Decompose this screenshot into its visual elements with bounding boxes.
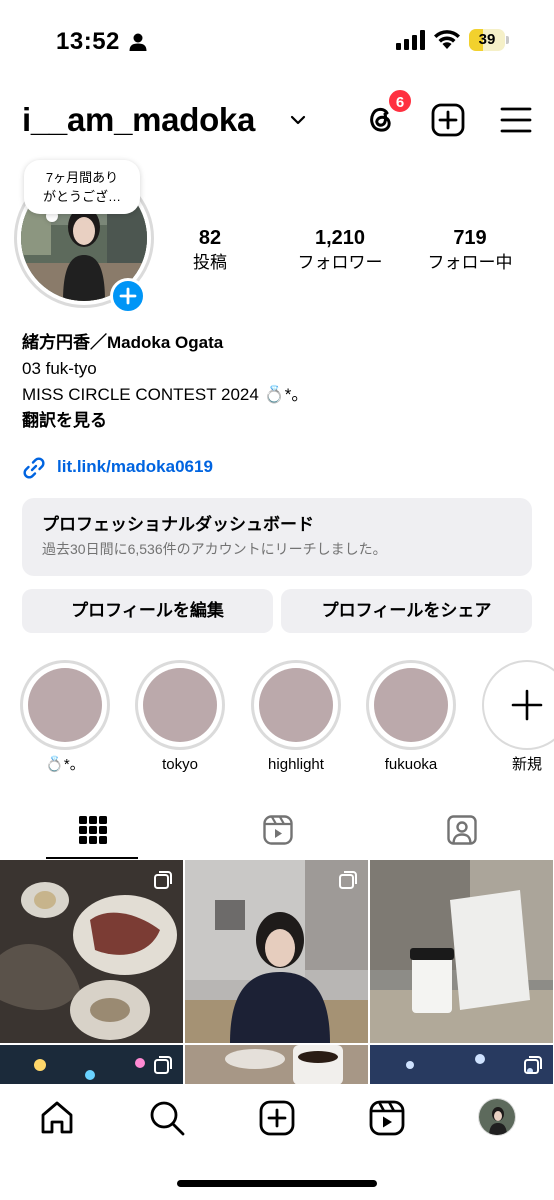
highlight-label: tokyo (162, 756, 198, 773)
profile-header: i__am_madoka (0, 96, 554, 144)
highlight-cover (259, 668, 333, 742)
link-icon (23, 457, 45, 479)
post-thumbnail[interactable] (370, 1045, 553, 1084)
chevron-down-icon[interactable] (288, 110, 308, 130)
followers-value: 1,210 (314, 227, 366, 249)
wifi-icon (434, 30, 460, 49)
tab-reels[interactable] (185, 806, 369, 860)
highlight-cover (28, 668, 102, 742)
story-highlights: 💍*。 tokyo highlight fukuoka 新規 (0, 660, 554, 780)
notification-badge: 6 (387, 88, 413, 114)
following-value: 719 (453, 227, 487, 249)
highlight-label: fukuoka (384, 756, 438, 773)
note-text: 7ヶ月間あり がとうござ… (42, 170, 121, 204)
add-story-button[interactable] (110, 278, 146, 314)
search-icon[interactable] (147, 1098, 187, 1138)
post-thumbnail[interactable] (370, 860, 553, 1043)
highlight-cover (374, 668, 448, 742)
profile-tabs (0, 806, 554, 860)
post-image (185, 1045, 368, 1084)
home-indicator (177, 1180, 377, 1187)
display-name: 緒方円香／Madoka Ogata (22, 333, 224, 352)
posts-count[interactable]: 82 投稿 (170, 226, 250, 276)
share-profile-button[interactable]: プロフィールをシェア (281, 589, 532, 633)
highlight-item[interactable]: fukuoka (366, 660, 456, 775)
create-post-icon[interactable] (428, 100, 468, 140)
profile-bio: 緒方円香／Madoka Ogata 03 fuk-tyo MISS CIRCLE… (22, 330, 532, 434)
note-bubble[interactable]: 7ヶ月間あり がとうござ… (24, 160, 140, 214)
battery-level: 39 (478, 31, 496, 48)
tagged-icon (447, 815, 477, 845)
cellular-signal-icon (396, 30, 425, 50)
tab-tagged[interactable] (369, 806, 553, 860)
posts-value: 82 (198, 227, 222, 249)
highlight-label: 💍*。 (45, 756, 85, 773)
bio-line: 03 fuk-tyo (22, 359, 97, 378)
plus-icon (119, 287, 137, 305)
translate-link[interactable]: 翻訳を見る (22, 408, 532, 434)
avatar-image (479, 1099, 515, 1135)
battery-indicator: 39 (469, 29, 509, 51)
profile-avatar-tab[interactable] (478, 1098, 516, 1136)
menu-icon[interactable] (496, 100, 536, 140)
carousel-icon (154, 1056, 172, 1074)
highlight-cover (143, 668, 217, 742)
active-tab-indicator (46, 857, 138, 859)
post-image (370, 860, 553, 1043)
highlight-item[interactable]: highlight (251, 660, 341, 775)
professional-dashboard[interactable]: プロフェッショナルダッシュボード 過去30日間に6,536件のアカウントにリーチ… (22, 498, 532, 576)
username-switcher[interactable]: i__am_madoka (22, 96, 255, 144)
plus-icon (511, 689, 543, 721)
create-icon[interactable] (257, 1098, 297, 1138)
post-thumbnail[interactable] (0, 1045, 183, 1084)
edit-profile-button[interactable]: プロフィールを編集 (22, 589, 273, 633)
link-text: lit.link/madoka0619 (57, 457, 213, 476)
following-label: フォロー中 (427, 253, 513, 272)
dashboard-title: プロフェッショナルダッシュボード (42, 515, 314, 534)
posts-grid (0, 860, 554, 1084)
followers-count[interactable]: 1,210 フォロワー (290, 226, 390, 276)
bio-line: MISS CIRCLE CONTEST 2024 💍*。 (22, 385, 309, 404)
following-count[interactable]: 719 フォロー中 (420, 226, 520, 276)
new-highlight-button[interactable]: 新規 (482, 660, 554, 775)
grid-icon (79, 816, 107, 844)
carousel-icon (154, 871, 172, 889)
status-bar: 13:52 39 (0, 0, 554, 80)
reels-icon (263, 815, 293, 845)
highlight-item[interactable]: tokyo (135, 660, 225, 775)
post-thumbnail[interactable] (185, 1045, 368, 1084)
followers-label: フォロワー (297, 253, 383, 272)
post-thumbnail[interactable] (185, 860, 368, 1043)
status-time: 13:52 (56, 28, 120, 55)
reels-icon[interactable] (367, 1098, 407, 1138)
carousel-icon (524, 1056, 542, 1074)
posts-label: 投稿 (193, 253, 227, 272)
highlight-label: 新規 (511, 756, 542, 773)
person-icon (129, 33, 147, 51)
highlight-label: highlight (268, 756, 324, 773)
carousel-icon (339, 871, 357, 889)
tab-posts-grid[interactable] (0, 806, 184, 860)
dashboard-subtitle: 過去30日間に6,536件のアカウントにリーチしました。 (42, 541, 387, 557)
home-icon[interactable] (37, 1098, 77, 1138)
highlight-item[interactable]: 💍*。 (20, 660, 110, 775)
post-thumbnail[interactable] (0, 860, 183, 1043)
